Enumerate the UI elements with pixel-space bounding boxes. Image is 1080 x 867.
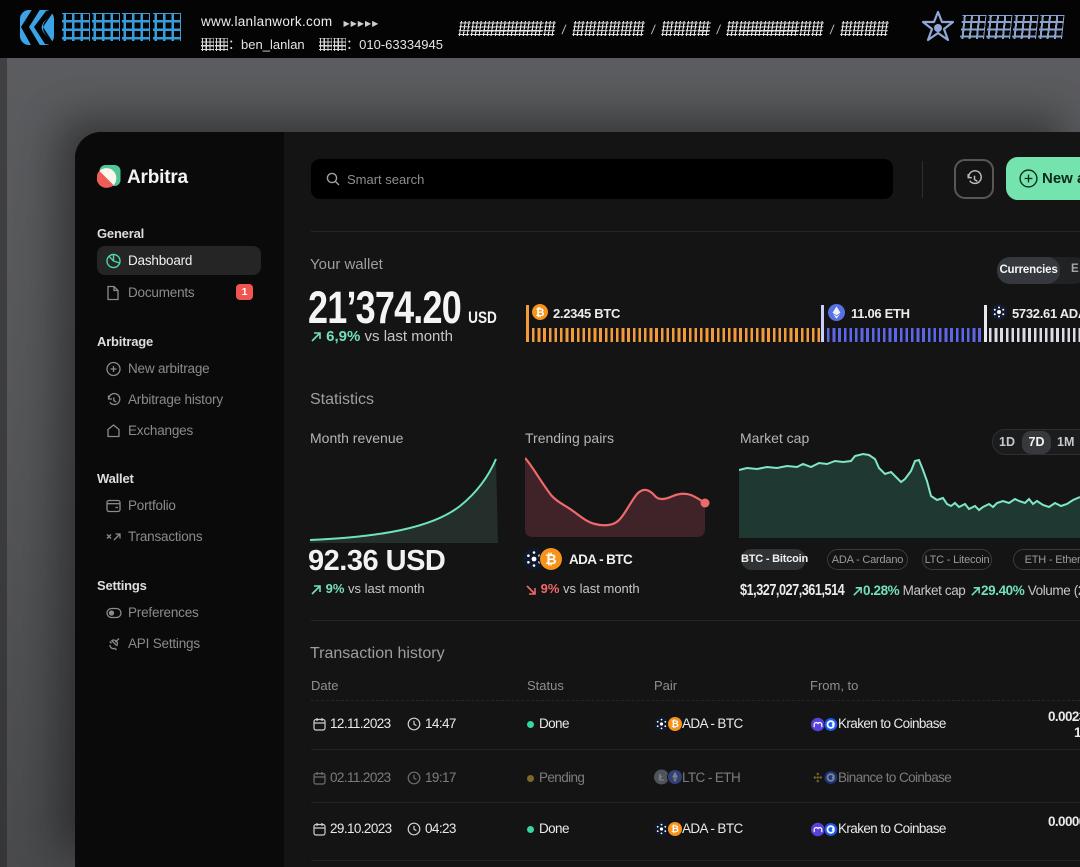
svg-text:₿: ₿ bbox=[536, 307, 545, 319]
svg-text:₿: ₿ bbox=[671, 824, 679, 835]
svg-text:Ł: Ł bbox=[659, 772, 665, 783]
svg-text:₿: ₿ bbox=[671, 719, 679, 730]
svg-text:₿: ₿ bbox=[545, 551, 556, 567]
